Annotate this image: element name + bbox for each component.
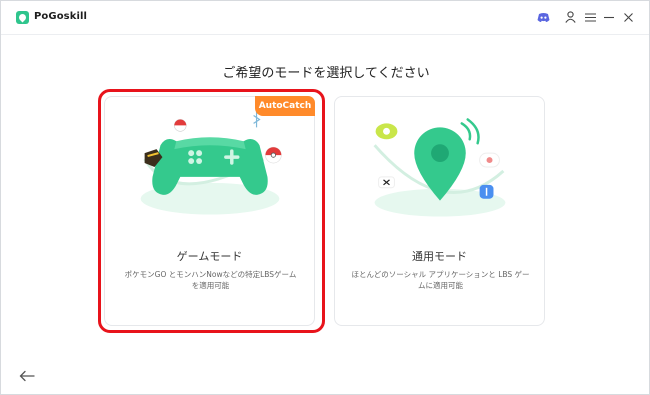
app-logo-icon [16,11,29,24]
general-mode-card[interactable]: 通用モード ほとんどのソーシャル アプリケーションと LBS ゲームに適用可能 [334,96,545,326]
app-window: PoGoskill ご希望のモードを選択してください AutoCatch ゲーム… [0,0,650,395]
app-title: PoGoskill [34,11,88,22]
title-bar: PoGoskill [1,1,649,35]
general-mode-description: ほとんどのソーシャル アプリケーションと LBS ゲームに適用可能 [351,270,530,290]
selected-card-outline [98,89,325,333]
back-arrow-icon[interactable] [19,367,35,382]
general-mode-title: 通用モード [412,250,467,263]
minimize-icon[interactable] [602,10,616,24]
menu-icon[interactable] [583,10,597,24]
page-heading: ご希望のモードを選択してください [222,66,430,81]
close-icon[interactable] [621,10,635,24]
discord-icon[interactable] [536,10,550,24]
user-icon[interactable] [563,10,577,24]
location-pin-illustration [373,118,506,217]
